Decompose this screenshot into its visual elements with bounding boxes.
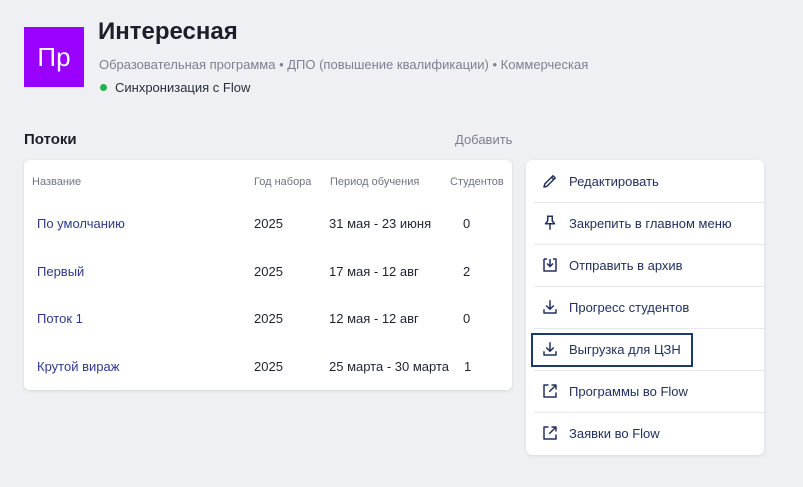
table-row[interactable]: Поток 1 2025 12 мая - 12 авг 0: [24, 304, 512, 334]
add-stream-button[interactable]: Добавить: [455, 132, 512, 147]
stream-name-link[interactable]: Крутой вираж: [37, 359, 119, 374]
edit-button[interactable]: Редактировать: [534, 160, 764, 202]
actions-menu: Редактировать Закрепить в главном меню О…: [526, 160, 764, 455]
column-header-year: Год набора: [254, 176, 312, 188]
column-header-students: Студентов: [450, 176, 504, 188]
sync-label: Синхронизация с Flow: [115, 80, 251, 95]
status-dot-icon: [100, 84, 107, 91]
flow-programs-button[interactable]: Программы во Flow: [534, 370, 764, 412]
external-link-icon: [540, 423, 560, 443]
stream-name-link[interactable]: Поток 1: [37, 311, 83, 326]
table-row[interactable]: Первый 2025 17 мая - 12 авг 2: [24, 257, 512, 287]
stream-name-link[interactable]: Первый: [37, 264, 84, 279]
page-title: Интересная: [98, 18, 238, 45]
stream-year: 2025: [254, 311, 283, 326]
program-subtitle: Образовательная программа • ДПО (повышен…: [99, 57, 589, 72]
stream-period: 25 марта - 30 марта: [329, 359, 449, 374]
external-link-icon: [540, 381, 560, 401]
stream-students: 0: [463, 311, 471, 326]
column-header-name: Название: [32, 176, 82, 188]
student-progress-button[interactable]: Прогресс студентов: [534, 286, 764, 328]
download-icon: [540, 297, 560, 317]
avatar-text: Пр: [37, 41, 71, 72]
menu-item-label: Редактировать: [569, 173, 659, 189]
stream-students: 0: [463, 216, 471, 231]
sync-status: Синхронизация с Flow: [100, 80, 250, 95]
stream-period: 12 мая - 12 авг: [329, 311, 419, 326]
stream-students: 2: [463, 264, 471, 279]
pin-icon: [540, 213, 560, 233]
menu-item-label: Закрепить в главном меню: [569, 215, 732, 231]
streams-title: Потоки: [24, 131, 77, 148]
stream-period: 31 мая - 23 июня: [329, 216, 432, 231]
menu-item-label: Заявки во Flow: [569, 425, 660, 441]
stream-year: 2025: [254, 216, 283, 231]
menu-item-label: Отправить в архив: [569, 257, 683, 273]
program-avatar: Пр: [24, 27, 84, 87]
stream-name-link[interactable]: По умолчанию: [37, 216, 125, 231]
table-row[interactable]: По умолчанию 2025 31 мая - 23 июня 0: [24, 209, 512, 239]
column-header-period: Период обучения: [330, 176, 420, 188]
flow-applications-button[interactable]: Заявки во Flow: [534, 412, 764, 454]
menu-item-label: Программы во Flow: [569, 383, 688, 399]
stream-year: 2025: [254, 359, 283, 374]
archive-icon: [540, 255, 560, 275]
menu-item-label: Прогресс студентов: [569, 299, 690, 315]
table-row[interactable]: Крутой вираж 2025 25 марта - 30 марта 1: [24, 352, 512, 382]
stream-year: 2025: [254, 264, 283, 279]
focus-outline: [531, 333, 693, 367]
pin-to-menu-button[interactable]: Закрепить в главном меню: [534, 202, 764, 244]
streams-table: Название Год набора Период обучения Студ…: [24, 160, 512, 390]
stream-students: 1: [464, 359, 472, 374]
archive-button[interactable]: Отправить в архив: [534, 244, 764, 286]
stream-period: 17 мая - 12 авг: [329, 264, 419, 279]
pencil-icon: [540, 171, 560, 191]
